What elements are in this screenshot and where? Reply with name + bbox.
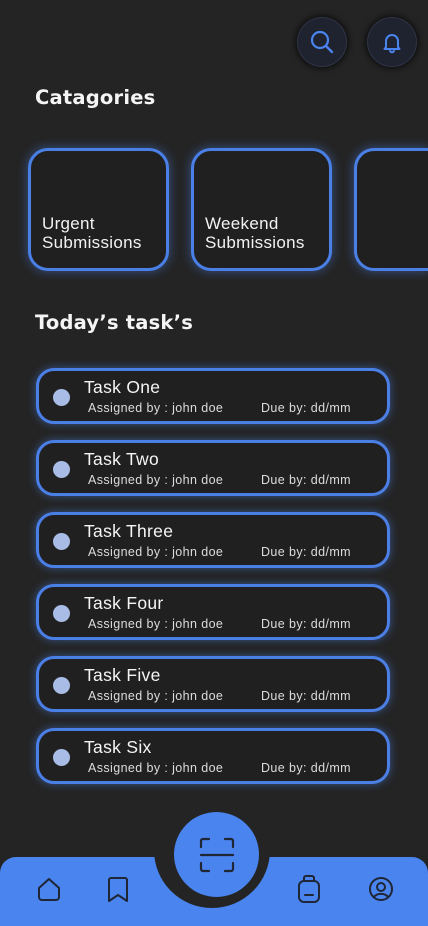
- profile-icon: [369, 877, 393, 901]
- categories-title: Catagories: [35, 86, 156, 109]
- task-assigned-by: Assigned by : john doe: [88, 545, 224, 559]
- nav-profile[interactable]: [365, 873, 397, 905]
- nav-bookmarks[interactable]: [102, 873, 134, 905]
- category-card-urgent[interactable]: Urgent Submissions: [28, 148, 169, 271]
- task-due-date: Due by: dd/mm: [261, 401, 351, 415]
- task-due-date: Due by: dd/mm: [261, 617, 351, 631]
- search-icon: [310, 30, 334, 54]
- notification-button[interactable]: [367, 17, 417, 67]
- nav-bag[interactable]: [293, 873, 325, 905]
- task-due-date: Due by: dd/mm: [261, 689, 351, 703]
- task-status-dot[interactable]: [53, 533, 70, 550]
- task-assigned-by: Assigned by : john doe: [88, 401, 224, 415]
- task-status-dot[interactable]: [53, 749, 70, 766]
- task-assigned-by: Assigned by : john doe: [88, 761, 224, 775]
- task-item[interactable]: Task Four Assigned by : john doe Due by:…: [36, 584, 390, 640]
- task-item[interactable]: Task Three Assigned by : john doe Due by…: [36, 512, 390, 568]
- task-title: Task Six: [84, 737, 152, 757]
- task-item[interactable]: Task Five Assigned by : john doe Due by:…: [36, 656, 390, 712]
- task-status-dot[interactable]: [53, 389, 70, 406]
- category-card-partial[interactable]: [354, 148, 428, 271]
- bag-icon: [298, 875, 320, 903]
- task-assigned-by: Assigned by : john doe: [88, 617, 224, 631]
- bell-icon: [383, 34, 401, 54]
- task-item[interactable]: Task Six Assigned by : john doe Due by: …: [36, 728, 390, 784]
- task-title: Task One: [84, 377, 161, 397]
- task-status-dot[interactable]: [53, 461, 70, 478]
- home-icon: [38, 878, 60, 901]
- todays-tasks-title: Today’s task’s: [35, 311, 194, 334]
- task-status-dot[interactable]: [53, 677, 70, 694]
- category-label: Urgent Submissions: [42, 214, 142, 252]
- task-title: Task Five: [84, 665, 161, 685]
- category-label: Weekend Submissions: [205, 214, 305, 252]
- bookmark-icon: [108, 877, 128, 902]
- task-due-date: Due by: dd/mm: [261, 473, 351, 487]
- task-assigned-by: Assigned by : john doe: [88, 473, 224, 487]
- task-title: Task Four: [84, 593, 164, 613]
- task-status-dot[interactable]: [53, 605, 70, 622]
- task-due-date: Due by: dd/mm: [261, 545, 351, 559]
- task-assigned-by: Assigned by : john doe: [88, 689, 224, 703]
- scan-button[interactable]: [174, 812, 259, 897]
- scan-icon: [199, 837, 234, 872]
- task-title: Task Three: [84, 521, 174, 541]
- task-title: Task Two: [84, 449, 160, 469]
- task-item[interactable]: Task One Assigned by : john doe Due by: …: [36, 368, 390, 424]
- category-card-weekend[interactable]: Weekend Submissions: [191, 148, 332, 271]
- nav-home[interactable]: [33, 873, 65, 905]
- task-due-date: Due by: dd/mm: [261, 761, 351, 775]
- search-button[interactable]: [297, 17, 347, 67]
- task-item[interactable]: Task Two Assigned by : john doe Due by: …: [36, 440, 390, 496]
